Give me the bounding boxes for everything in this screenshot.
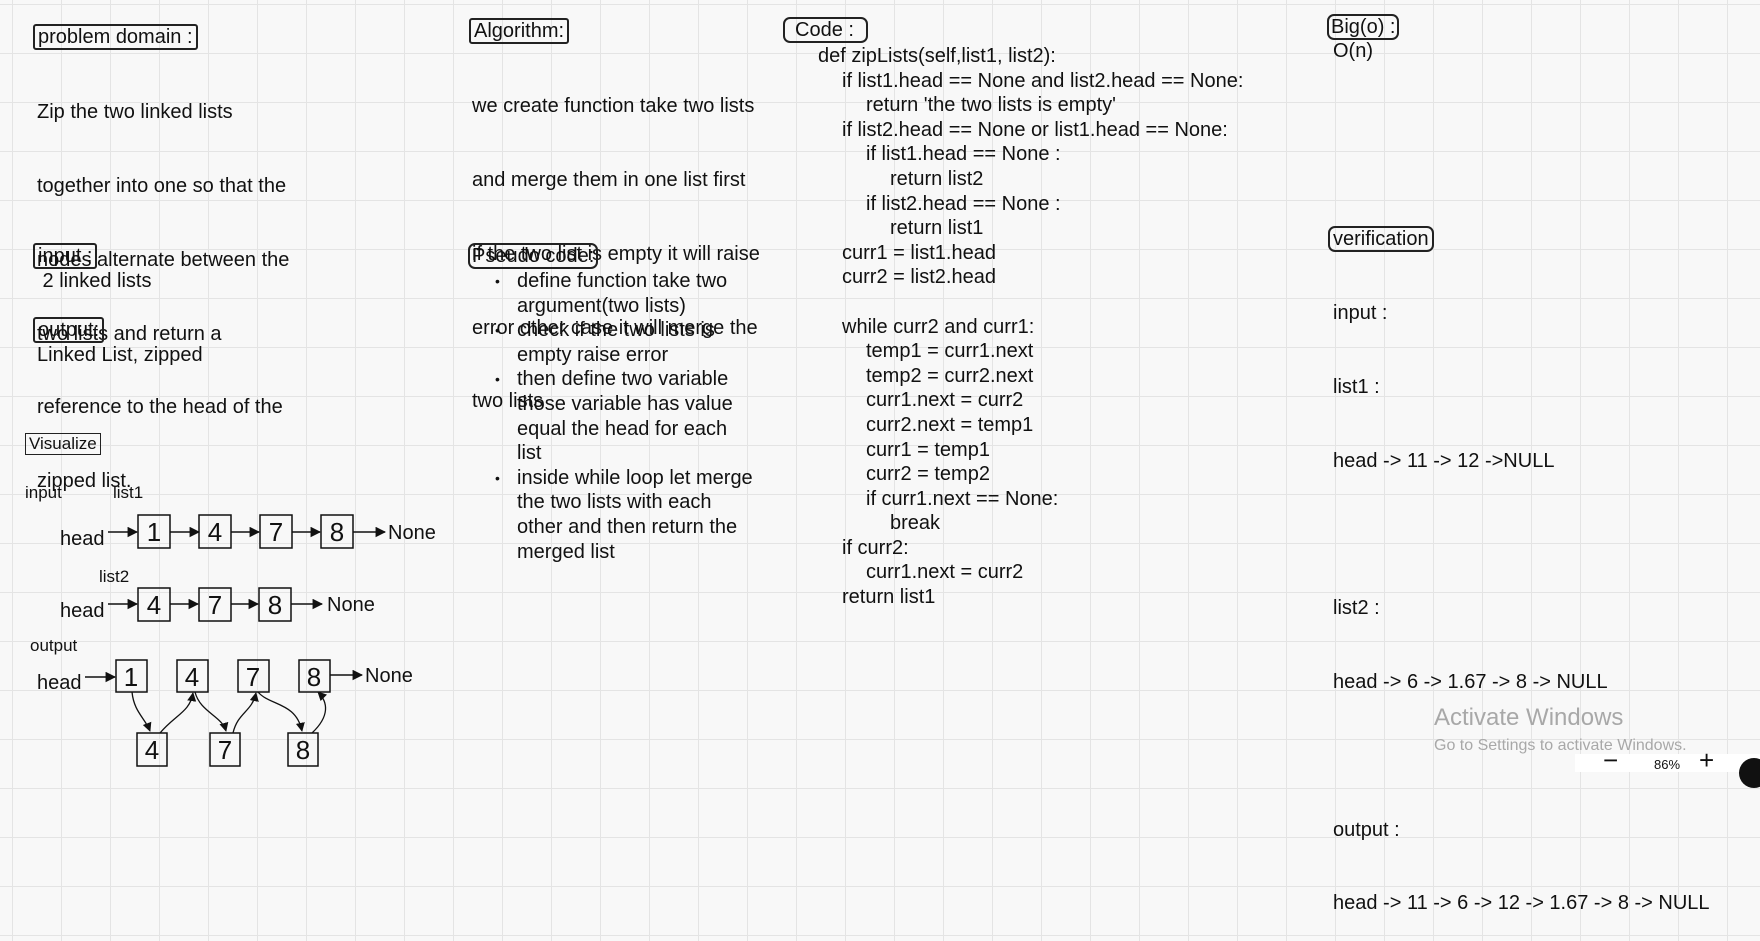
code-line: curr1.next = curr2 [866, 561, 1024, 584]
code-line: temp1 = curr1.next [866, 340, 1034, 363]
code-line: curr1 = list1.head [842, 241, 996, 264]
list1-node-value: 4 [208, 517, 222, 547]
big-o-value: O(n) [1333, 40, 1373, 62]
activate-windows-title: Activate Windows [1434, 704, 1624, 731]
help-button[interactable] [1739, 758, 1760, 788]
verification-text: input : list1 : head -> 11 -> 12 ->NULL … [1333, 252, 1710, 941]
verification-line: output : [1333, 818, 1400, 841]
code-heading: Code : [783, 17, 868, 43]
verification-line: head -> 11 -> 12 ->NULL [1333, 449, 1555, 472]
output-head-label: head [37, 672, 82, 694]
pseudo-line: inside while loop let merge [517, 466, 753, 489]
output-node-value: 4 [145, 735, 159, 765]
zoom-level: 86% [1654, 757, 1681, 772]
verification-line: input : [1333, 302, 1388, 325]
output-node-value: 8 [307, 662, 321, 692]
input-heading: input : [33, 243, 98, 269]
list1-head-label: head [60, 528, 105, 550]
code-line: curr1 = temp1 [866, 438, 990, 461]
code-line: if list1.head == None and list2.head == … [842, 69, 1244, 92]
code-line: curr2.next = temp1 [866, 413, 1034, 436]
output-value: Linked List, zipped [37, 344, 203, 366]
pseudo-line: those variable has value [517, 392, 733, 415]
pseudo-code-list: define function take two argument(two li… [472, 269, 753, 564]
pseudo-line: merged list [517, 540, 615, 563]
algorithm-line: and merge them in one list first [472, 168, 746, 191]
output-node-value: 7 [246, 662, 260, 692]
output-node-value: 7 [218, 735, 232, 765]
code-line: return list1 [890, 217, 984, 240]
code-line: if curr2: [842, 536, 909, 559]
list2-node-value: 4 [147, 590, 161, 620]
problem-domain-line: together into one so that the [37, 174, 287, 197]
list2-node-value: 7 [208, 590, 222, 620]
list2-none-label: None [327, 594, 375, 616]
code-block: def zipLists(self,list1, list2): if list… [818, 44, 1243, 610]
code-line: def zipLists(self,list1, list2): [818, 45, 1056, 67]
vis-list2-label: list2 [99, 567, 129, 586]
vis-output-label: output [30, 636, 78, 655]
vis-input-label: input [25, 483, 62, 502]
code-line: if list2.head == None or list1.head == N… [842, 118, 1228, 141]
problem-domain-heading: problem domain : [33, 24, 198, 50]
list2-head-label: head [60, 600, 105, 622]
list2-node-value: 8 [268, 590, 282, 620]
pseudo-code-item: inside while loop let merge the two list… [495, 466, 753, 564]
algorithm-heading: Algorithm: [469, 18, 570, 44]
pseudo-code-item: define function take two argument(two li… [495, 269, 753, 318]
code-line: while curr2 and curr1: [842, 315, 1035, 338]
list1-node-value: 8 [330, 517, 344, 547]
big-o-heading: Big(o) : [1327, 14, 1400, 40]
linked-list-visualization: input list1 head 1 4 7 8 None list2 head… [25, 483, 436, 767]
pseudo-code-item: check if the two lists is empty raise er… [495, 318, 753, 367]
pseudo-line: argument(two lists) [517, 294, 686, 317]
code-line: break [890, 512, 941, 535]
code-line: return list2 [890, 167, 984, 190]
verification-line: head -> 11 -> 6 -> 12 -> 1.67 -> 8 -> NU… [1333, 892, 1710, 915]
output-node-value: 8 [296, 735, 310, 765]
code-line: return 'the two lists is empty' [866, 94, 1116, 117]
list1-node-value: 7 [269, 517, 283, 547]
verification-line [1333, 523, 1710, 548]
verification-line: list2 : [1333, 597, 1380, 620]
output-node-value: 1 [124, 662, 138, 692]
output-none-label: None [365, 665, 413, 687]
pseudo-line: the two lists with each [517, 491, 712, 514]
code-line: if list2.head == None : [866, 192, 1061, 215]
code-line: if list1.head == None : [866, 143, 1061, 166]
pseudo-line: check if the two lists is [517, 319, 715, 342]
visualize-heading: Visualize [25, 433, 101, 455]
pseudo-line: other and then return the [517, 515, 738, 538]
list1-none-label: None [388, 522, 436, 544]
activate-windows-subtitle: Go to Settings to activate Windows. [1434, 737, 1687, 754]
input-value: 2 linked lists [37, 270, 152, 292]
zoom-in-button[interactable]: + [1699, 745, 1714, 776]
pseudo-line: equal the head for each [517, 417, 728, 440]
pseudo-line: list [517, 442, 542, 465]
verification-heading: verification [1328, 226, 1434, 252]
code-line: curr1.next = curr2 [866, 389, 1024, 412]
pseudo-code-item: then define two variable those variable … [495, 367, 753, 465]
code-line: temp2 = curr2.next [866, 364, 1034, 387]
pseudo-line: define function take two [517, 270, 728, 292]
zoom-control: − 86% + [1575, 745, 1760, 788]
problem-domain-line: reference to the head of the [37, 396, 283, 419]
output-node-value: 4 [185, 662, 199, 692]
output-heading: output: [33, 317, 105, 343]
verification-line: head -> 6 -> 1.67 -> 8 -> NULL [1333, 671, 1608, 694]
code-line: return list1 [842, 586, 936, 609]
code-line: if curr1.next == None: [866, 487, 1059, 510]
zoom-out-button[interactable]: − [1603, 745, 1618, 776]
verification-line: list1 : [1333, 375, 1380, 398]
pseudo-line: empty raise error [517, 343, 669, 366]
list1-node-value: 1 [147, 517, 161, 547]
pseudo-line: then define two variable [517, 368, 729, 391]
pseudo-code-heading: Pseudo code: [468, 243, 599, 269]
code-line: curr2 = list2.head [842, 266, 996, 289]
code-line: curr2 = temp2 [866, 463, 990, 486]
vis-list1-label: list1 [113, 483, 143, 502]
algorithm-line: we create function take two lists [472, 95, 755, 118]
problem-domain-line: Zip the two linked lists [37, 101, 233, 124]
